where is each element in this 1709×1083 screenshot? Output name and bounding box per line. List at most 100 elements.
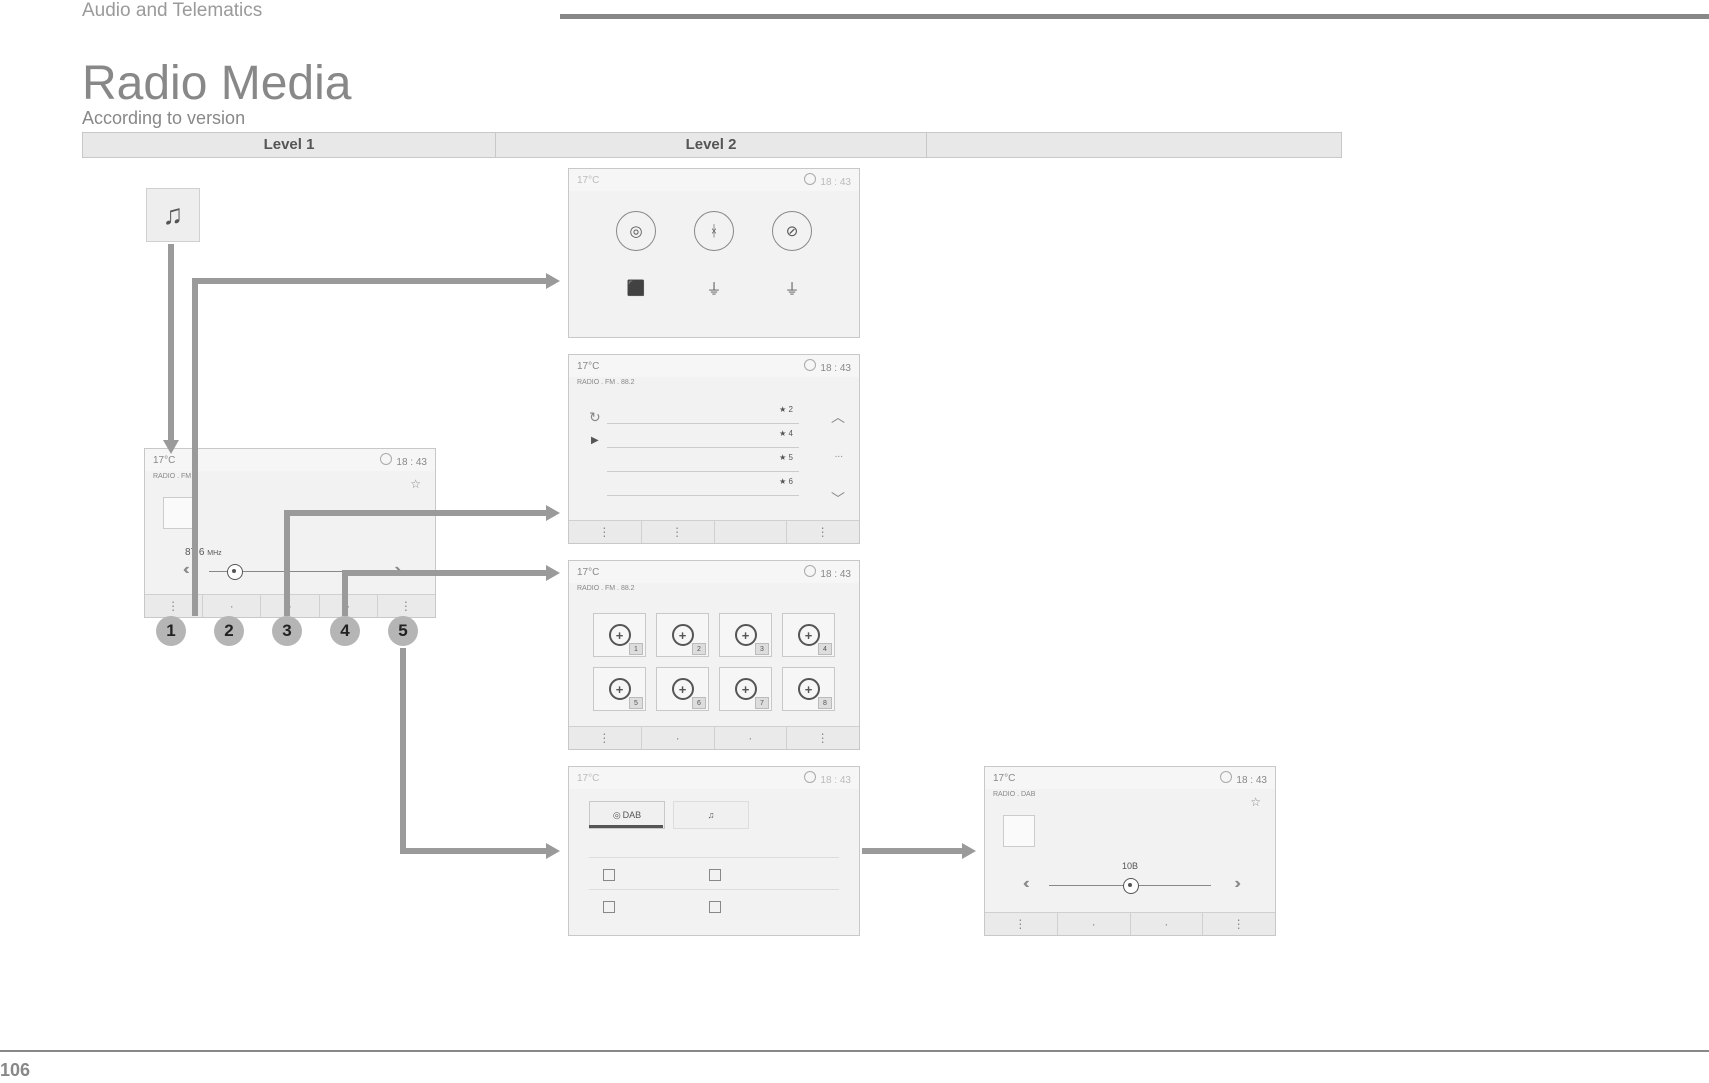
- favorite-icon[interactable]: ☆: [410, 477, 421, 491]
- aux-source-icon[interactable]: ⬛: [617, 269, 655, 307]
- conn-4h: [342, 570, 546, 576]
- usb2-source-icon[interactable]: ⏚: [773, 269, 811, 307]
- conn-3v: [284, 510, 290, 616]
- lfoot-4[interactable]: ⋮: [787, 521, 859, 543]
- favorite-icon[interactable]: ☆: [1250, 795, 1261, 809]
- foot-2[interactable]: ·: [203, 595, 261, 617]
- preset-7[interactable]: +7: [719, 667, 772, 711]
- status-temp: 17°C: [577, 175, 599, 186]
- list-row-1[interactable]: 2: [789, 405, 793, 414]
- page-subtitle: According to version: [82, 108, 245, 129]
- media-icon-tile[interactable]: ♫: [146, 188, 200, 242]
- tuner-knob[interactable]: [227, 564, 243, 580]
- pfoot-1[interactable]: ⋮: [569, 727, 642, 749]
- list-down-icon[interactable]: ﹀: [831, 489, 845, 509]
- pfoot-4[interactable]: ⋮: [787, 727, 859, 749]
- seek-back-icon[interactable]: ‹‹: [183, 561, 186, 579]
- list-more[interactable]: ...: [835, 449, 843, 460]
- gear-icon: [380, 453, 392, 465]
- dab-next-icon[interactable]: ››: [1234, 875, 1237, 893]
- screen-presets: 17°C 18 : 43 RADIO . FM . 88.2 +1 +2 +3 …: [568, 560, 860, 750]
- marker-3: 3: [272, 616, 302, 646]
- band-tab-underline: [589, 825, 663, 828]
- foot-4[interactable]: ·: [320, 595, 378, 617]
- list-up-icon[interactable]: ︿: [831, 407, 845, 427]
- conn-4v: [342, 570, 348, 616]
- level1-header: Level 1: [82, 132, 496, 158]
- usb1-source-icon[interactable]: ⏚: [695, 269, 733, 307]
- preset-4[interactable]: +4: [782, 613, 835, 657]
- conn-tile-down: [168, 244, 174, 442]
- list-row-4[interactable]: 6: [789, 477, 793, 486]
- status-time: 18 : 43: [820, 363, 851, 374]
- section-label: Audio and Telematics: [82, 0, 262, 22]
- status-temp: 17°C: [577, 773, 599, 784]
- screen-radio-fm: 17°C 18 : 43 RADIO . FM ☆ 87.6 MHz ‹‹ ››…: [144, 448, 436, 618]
- pfoot-2[interactable]: ·: [642, 727, 715, 749]
- conn-5h: [400, 848, 546, 854]
- status-temp: 17°C: [993, 773, 1015, 784]
- refresh-icon[interactable]: ↻: [589, 409, 601, 426]
- preset-8[interactable]: +8: [782, 667, 835, 711]
- dfoot-2[interactable]: ·: [1058, 913, 1131, 935]
- marker-5: 5: [388, 616, 418, 646]
- marker-4: 4: [330, 616, 360, 646]
- conn-1v: [192, 278, 198, 616]
- header-rule: [560, 14, 1709, 19]
- band-row-4[interactable]: [709, 895, 727, 919]
- dfoot-3[interactable]: ·: [1131, 913, 1204, 935]
- conn-1h: [192, 278, 546, 284]
- bluetooth-source-icon[interactable]: ᚼ: [694, 211, 734, 251]
- foot-3[interactable]: ·: [261, 595, 319, 617]
- status-temp: 17°C: [577, 567, 599, 578]
- band-row-2[interactable]: [709, 863, 727, 887]
- music-note-icon: ♫: [163, 199, 184, 231]
- dab-sub: RADIO . DAB: [985, 789, 1275, 805]
- dfoot-4[interactable]: ⋮: [1203, 913, 1275, 935]
- list-row-2[interactable]: 4: [789, 429, 793, 438]
- dab-prev-icon[interactable]: ‹‹: [1023, 875, 1026, 893]
- lfoot-1[interactable]: ⋮: [569, 521, 642, 543]
- screen-sources: 17°C 18 : 43 ◎ ᚼ ⊘ ⬛ ⏚ ⏚: [568, 168, 860, 338]
- dab-art-placeholder: [1003, 815, 1035, 847]
- marker-1: 1: [156, 616, 186, 646]
- level2-header: Level 2: [496, 132, 927, 158]
- screen-station-list: 17°C 18 : 43 RADIO . FM . 88.2 ↻ ▶ ︿ ...…: [568, 354, 860, 544]
- gear-icon: [804, 359, 816, 371]
- band-row-3[interactable]: [603, 895, 621, 919]
- cd-source-icon[interactable]: ⊘: [772, 211, 812, 251]
- preset-2[interactable]: +2: [656, 613, 709, 657]
- band-row-1[interactable]: [603, 863, 621, 887]
- preset-3[interactable]: +3: [719, 613, 772, 657]
- preset-1[interactable]: +1: [593, 613, 646, 657]
- marker-2: 2: [214, 616, 244, 646]
- freq-unit: MHz: [207, 550, 221, 557]
- status-time: 18 : 43: [820, 569, 851, 580]
- lfoot-3[interactable]: [715, 521, 788, 543]
- level3-header: [927, 132, 1342, 158]
- gear-icon: [804, 173, 816, 185]
- lfoot-2[interactable]: ⋮: [642, 521, 715, 543]
- dfoot-1[interactable]: ⋮: [985, 913, 1058, 935]
- conn-band-dab-head: [962, 843, 976, 859]
- gear-icon: [804, 771, 816, 783]
- list-row-3[interactable]: 5: [789, 453, 793, 462]
- pfoot-3[interactable]: ·: [715, 727, 788, 749]
- foot-5[interactable]: ⋮: [378, 595, 435, 617]
- dab-channel: 10B: [985, 861, 1275, 871]
- page-number: 106: [0, 1060, 30, 1081]
- page-title: Radio Media: [82, 56, 351, 111]
- preset-6[interactable]: +6: [656, 667, 709, 711]
- screen1-footer: ⋮ · · · ⋮: [145, 594, 435, 617]
- gear-icon: [804, 565, 816, 577]
- band-tab-music[interactable]: ♫: [673, 801, 749, 829]
- conn-5v: [400, 648, 406, 852]
- conn-5-head: [546, 843, 560, 859]
- conn-4-head: [546, 565, 560, 581]
- radio-source-icon[interactable]: ◎: [616, 211, 656, 251]
- list-sub: RADIO . FM . 88.2: [569, 377, 859, 393]
- status-time: 18 : 43: [396, 457, 427, 468]
- screen-radio-dab: 17°C 18 : 43 RADIO . DAB ☆ 10B ‹‹ ›› ⋮ ·…: [984, 766, 1276, 936]
- dab-knob[interactable]: [1123, 878, 1139, 894]
- preset-5[interactable]: +5: [593, 667, 646, 711]
